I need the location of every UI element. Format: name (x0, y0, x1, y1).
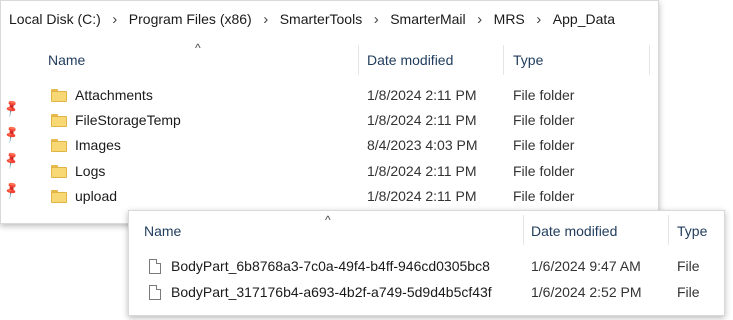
column-header-name[interactable]: Name (48, 49, 85, 71)
file-name: FileStorageTemp (75, 112, 181, 128)
name-cell: Logs (51, 159, 105, 183)
file-row-bodypart-1[interactable]: BodyPart_6b8768a3-7c0a-49f4-b4ff-946cd03… (129, 254, 722, 278)
chevron-right-icon[interactable]: › (466, 11, 494, 28)
date-modified: 1/6/2024 9:47 AM (531, 258, 641, 274)
file-row-logs[interactable]: Logs 1/8/2024 2:11 PM File folder (1, 159, 656, 183)
file-name: Images (75, 137, 121, 153)
file-row-attachments[interactable]: Attachments 1/8/2024 2:11 PM File folder (1, 83, 656, 107)
folder-icon (51, 88, 67, 102)
breadcrumb-program-files[interactable]: Program Files (x86) (129, 11, 252, 27)
folder-icon (51, 113, 67, 127)
file-type: File folder (513, 163, 575, 179)
name-cell: BodyPart_6b8768a3-7c0a-49f4-b4ff-946cd03… (149, 254, 490, 278)
explorer-window-attachments: ^ Name Date modified Type BodyPart_6b876… (128, 210, 725, 316)
file-icon (149, 258, 161, 274)
column-divider[interactable] (649, 45, 650, 75)
file-type: File (677, 258, 700, 274)
breadcrumb-smartertools[interactable]: SmarterTools (280, 11, 362, 27)
name-cell: FileStorageTemp (51, 108, 181, 132)
file-row-filestoragetemp[interactable]: FileStorageTemp 1/8/2024 2:11 PM File fo… (1, 108, 656, 132)
file-type: File folder (513, 137, 575, 153)
column-header-name[interactable]: Name (144, 220, 181, 242)
file-name: upload (75, 188, 118, 204)
date-modified: 1/6/2024 2:52 PM (531, 284, 642, 300)
folder-icon (51, 138, 67, 152)
file-row-images[interactable]: Images 8/4/2023 4:03 PM File folder (1, 133, 656, 157)
file-name: Logs (75, 163, 106, 179)
folder-icon (51, 189, 67, 203)
breadcrumb: Local Disk (C:) › Program Files (x86) › … (1, 1, 658, 37)
file-row-bodypart-2[interactable]: BodyPart_317176b4-a693-4b2f-a749-5d9d4b5… (129, 280, 722, 304)
column-divider[interactable] (668, 215, 669, 245)
breadcrumb-app-data[interactable]: App_Data (553, 11, 615, 27)
sort-ascending-icon: ^ (195, 41, 201, 55)
column-header-type[interactable]: Type (677, 220, 707, 242)
file-type: File folder (513, 188, 575, 204)
name-cell: upload (51, 184, 117, 208)
file-name: BodyPart_6b8768a3-7c0a-49f4-b4ff-946cd03… (171, 258, 490, 274)
file-type: File folder (513, 87, 575, 103)
column-header-date-modified[interactable]: Date modified (531, 220, 617, 242)
name-cell: BodyPart_317176b4-a693-4b2f-a749-5d9d4b5… (149, 280, 492, 304)
chevron-right-icon[interactable]: › (525, 11, 553, 28)
file-type: File folder (513, 112, 575, 128)
column-divider[interactable] (358, 45, 359, 75)
column-header-date-modified[interactable]: Date modified (367, 49, 453, 71)
chevron-right-icon[interactable]: › (362, 11, 390, 28)
sort-ascending-icon: ^ (325, 213, 331, 227)
folder-icon (51, 164, 67, 178)
file-name: Attachments (75, 87, 153, 103)
explorer-window-app-data: Local Disk (C:) › Program Files (x86) › … (0, 0, 659, 224)
file-name: BodyPart_317176b4-a693-4b2f-a749-5d9d4b5… (171, 284, 492, 300)
date-modified: 1/8/2024 2:11 PM (367, 112, 477, 128)
date-modified: 1/8/2024 2:11 PM (367, 188, 477, 204)
name-cell: Images (51, 133, 121, 157)
column-divider[interactable] (503, 45, 504, 75)
column-header-type[interactable]: Type (513, 49, 543, 71)
chevron-right-icon[interactable]: › (252, 11, 280, 28)
name-cell: Attachments (51, 83, 153, 107)
file-icon (149, 284, 161, 300)
breadcrumb-local-disk[interactable]: Local Disk (C:) (9, 11, 101, 27)
date-modified: 8/4/2023 4:03 PM (367, 137, 478, 153)
file-type: File (677, 284, 700, 300)
date-modified: 1/8/2024 2:11 PM (367, 163, 477, 179)
breadcrumb-smartermail[interactable]: SmarterMail (390, 11, 465, 27)
chevron-right-icon[interactable]: › (101, 11, 129, 28)
date-modified: 1/8/2024 2:11 PM (367, 87, 477, 103)
file-row-upload[interactable]: upload 1/8/2024 2:11 PM File folder (1, 184, 656, 208)
column-divider[interactable] (523, 215, 524, 245)
breadcrumb-mrs[interactable]: MRS (494, 11, 525, 27)
